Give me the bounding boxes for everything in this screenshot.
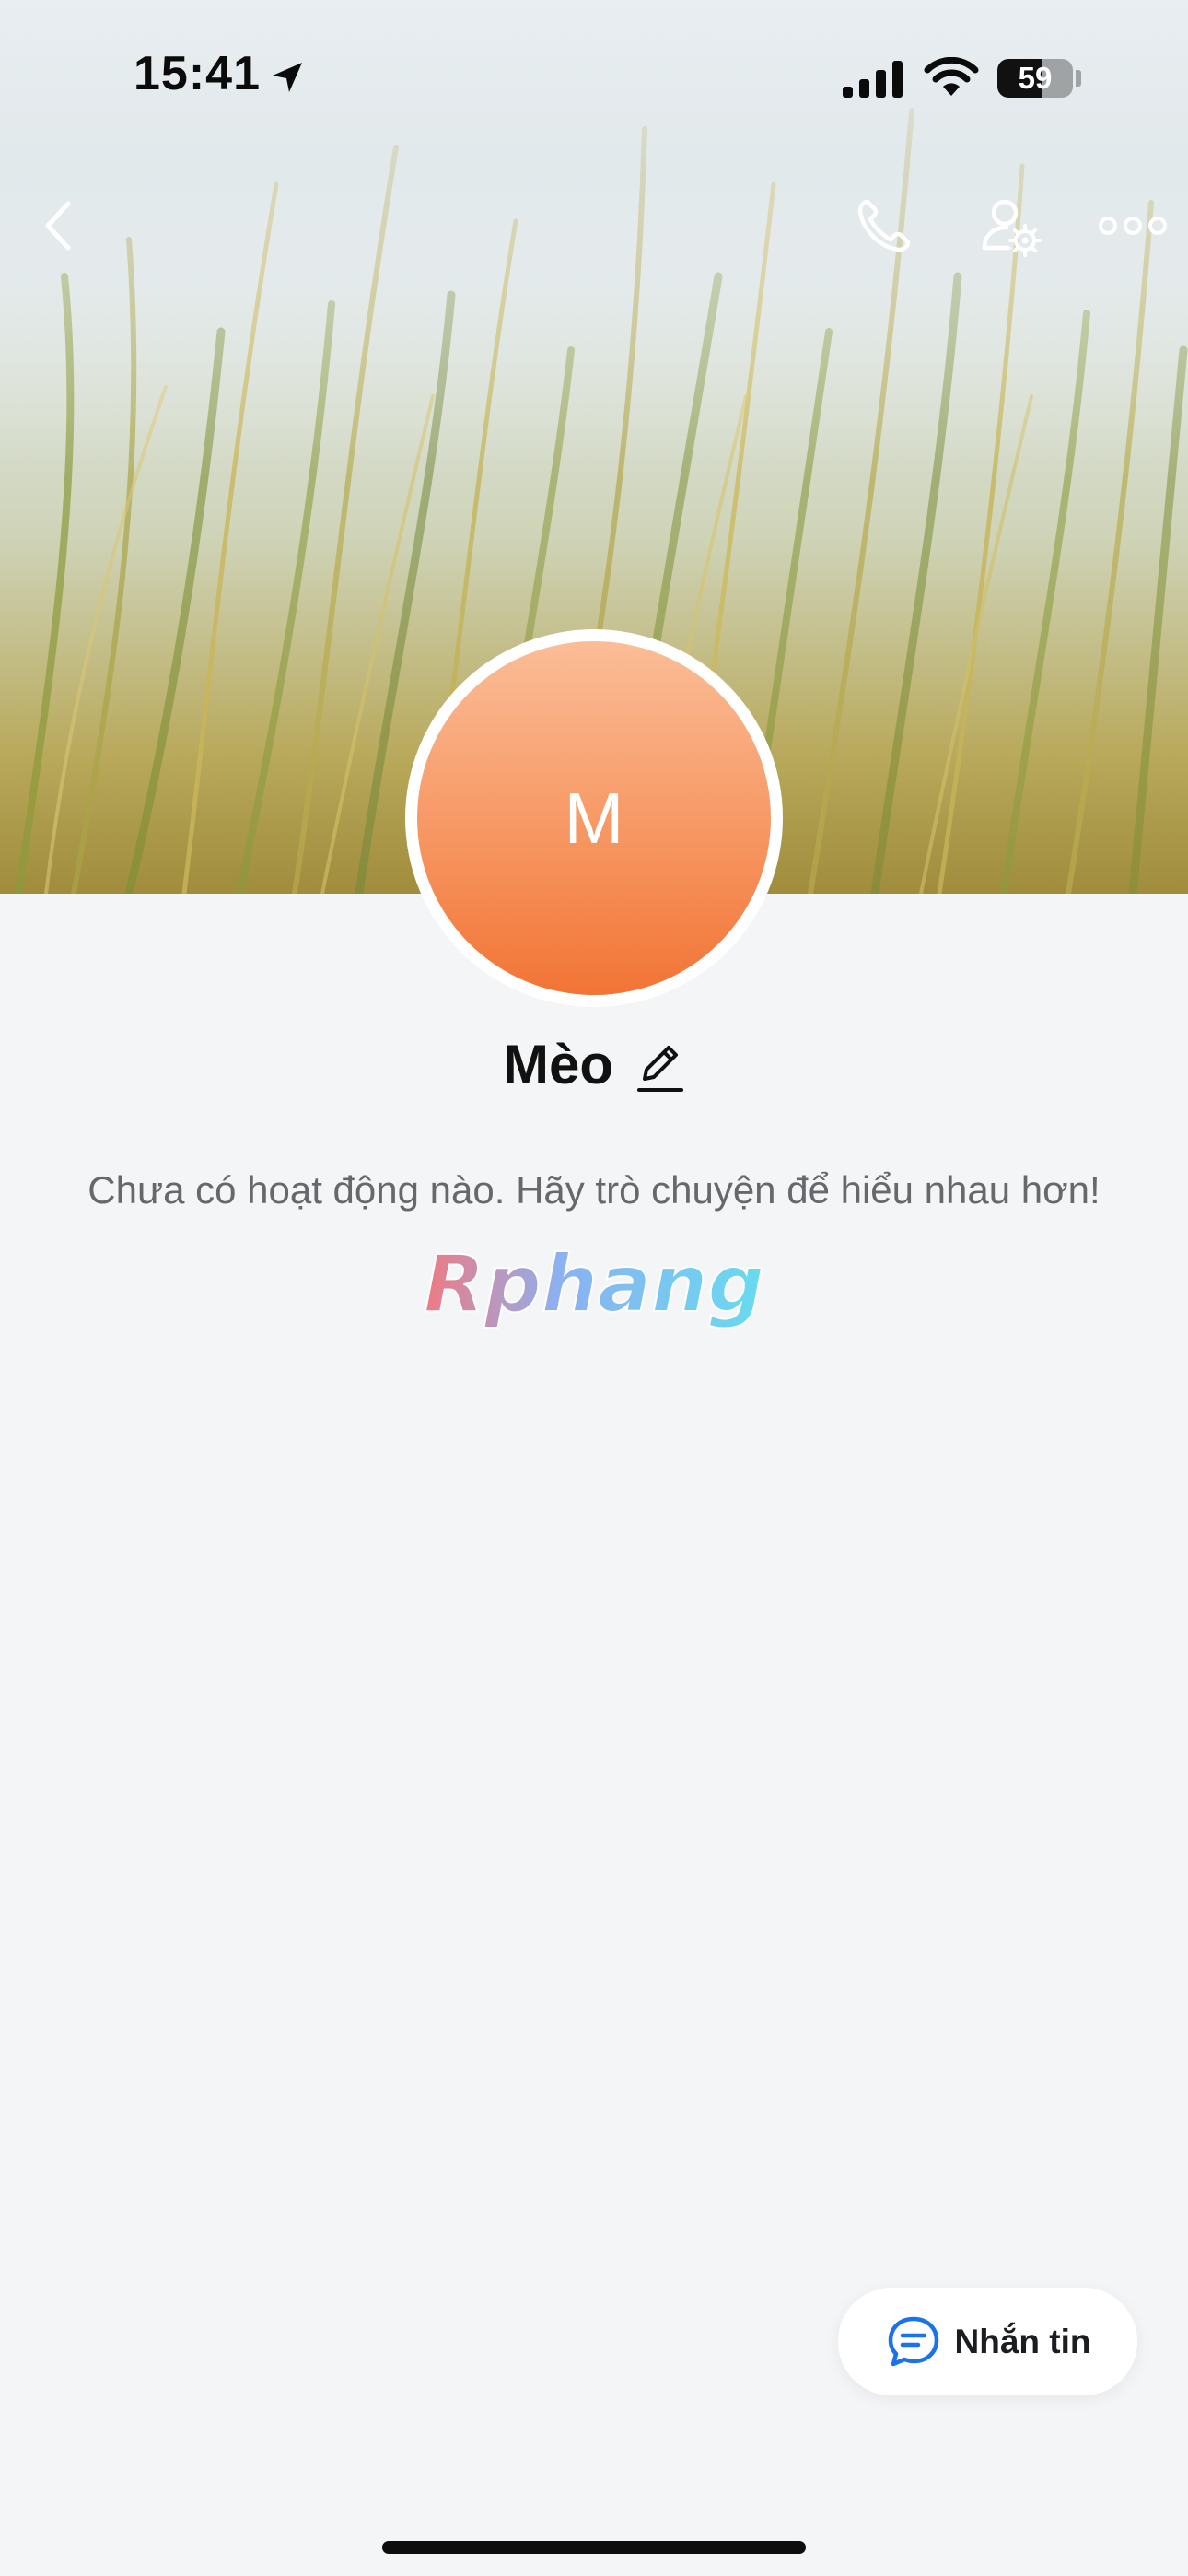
watermark-text: Rphang	[424, 1239, 764, 1330]
empty-activity-message: Chưa có hoạt động nào. Hãy trò chuyện để…	[87, 1168, 1101, 1212]
avatar-initial: M	[564, 777, 624, 859]
battery-cap	[1076, 70, 1081, 87]
send-message-label: Nhắn tin	[954, 2322, 1091, 2360]
call-button[interactable]	[847, 189, 921, 263]
avatar[interactable]: M	[417, 641, 771, 995]
more-options-button[interactable]	[1091, 189, 1174, 263]
status-time: 15:41	[134, 47, 261, 100]
phone-icon	[857, 199, 911, 252]
profile-name-row: Mèo	[0, 1027, 1188, 1101]
status-bar: 15:41 59	[0, 0, 1188, 157]
battery-percent: 59	[1018, 61, 1053, 95]
user-settings-icon	[982, 199, 1042, 257]
profile-settings-button[interactable]	[972, 189, 1054, 263]
chevron-left-icon	[45, 201, 71, 251]
chat-bubble-icon	[888, 2316, 938, 2366]
home-indicator[interactable]	[382, 2541, 806, 2554]
more-horizontal-icon	[1099, 217, 1167, 235]
cellular-signal-icon	[843, 61, 903, 98]
back-button[interactable]	[28, 189, 92, 263]
profile-name: Mèo	[503, 1033, 613, 1095]
location-arrow-icon	[273, 63, 302, 92]
battery-indicator: 59	[997, 59, 1073, 98]
watermark-logo: Rphang	[423, 1239, 765, 1331]
pencil-edit-icon[interactable]	[634, 1038, 685, 1095]
wifi-icon	[924, 57, 979, 96]
send-message-button[interactable]: Nhắn tin	[838, 2288, 1137, 2395]
